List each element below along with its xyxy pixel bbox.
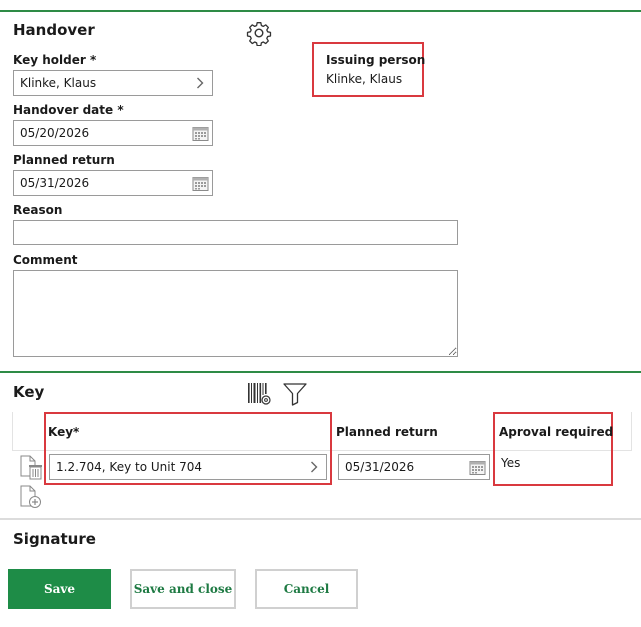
- approval-column-highlight: [493, 412, 613, 486]
- column-header-planned-return: Planned return: [336, 425, 438, 439]
- cancel-button[interactable]: Cancel: [255, 569, 358, 609]
- table-grid-line: [631, 412, 632, 450]
- column-header-key: Key*: [48, 425, 80, 439]
- handover-title: Handover: [13, 21, 95, 39]
- key-planned-return-value: 05/31/2026: [345, 460, 415, 474]
- key-holder-field[interactable]: Klinke, Klaus: [13, 70, 213, 96]
- section-divider: [0, 10, 641, 12]
- filter-icon[interactable]: [282, 381, 308, 407]
- section-divider: [0, 518, 641, 520]
- calendar-icon[interactable]: [469, 459, 486, 476]
- delete-document-icon[interactable]: [18, 454, 44, 480]
- calendar-icon[interactable]: [192, 125, 209, 142]
- planned-return-value: 05/31/2026: [20, 176, 90, 190]
- issuing-person-highlight: [312, 42, 424, 97]
- section-divider: [0, 371, 641, 373]
- issuing-person-value: Klinke, Klaus: [326, 72, 403, 86]
- key-section-title: Key: [13, 383, 45, 401]
- key-holder-label: Key holder *: [13, 53, 97, 67]
- reason-label: Reason: [13, 203, 63, 217]
- reason-input[interactable]: [13, 220, 458, 245]
- chevron-right-icon[interactable]: [308, 455, 320, 479]
- handover-date-label: Handover date *: [13, 103, 124, 117]
- handover-date-field[interactable]: 05/20/2026: [13, 120, 213, 146]
- key-value: 1.2.704, Key to Unit 704: [56, 460, 203, 474]
- issuing-person-label: Issuing person: [326, 53, 426, 67]
- gear-icon[interactable]: [246, 20, 272, 46]
- key-select-field[interactable]: 1.2.704, Key to Unit 704: [49, 454, 327, 480]
- approval-required-value: Yes: [501, 456, 521, 470]
- table-grid-line: [12, 412, 13, 450]
- planned-return-field[interactable]: 05/31/2026: [13, 170, 213, 196]
- comment-textarea[interactable]: [13, 270, 458, 357]
- handover-date-value: 05/20/2026: [20, 126, 90, 140]
- save-button[interactable]: Save: [8, 569, 111, 609]
- calendar-icon[interactable]: [192, 175, 209, 192]
- planned-return-label: Planned return: [13, 153, 115, 167]
- add-document-icon[interactable]: [18, 484, 44, 510]
- key-planned-return-field[interactable]: 05/31/2026: [338, 454, 490, 480]
- save-and-close-button[interactable]: Save and close: [130, 569, 236, 609]
- comment-label: Comment: [13, 253, 78, 267]
- barcode-settings-icon[interactable]: [247, 381, 273, 407]
- chevron-right-icon[interactable]: [194, 71, 206, 95]
- signature-title: Signature: [13, 530, 96, 548]
- key-holder-value: Klinke, Klaus: [20, 76, 97, 90]
- column-header-approval-required: Aproval required: [499, 425, 614, 439]
